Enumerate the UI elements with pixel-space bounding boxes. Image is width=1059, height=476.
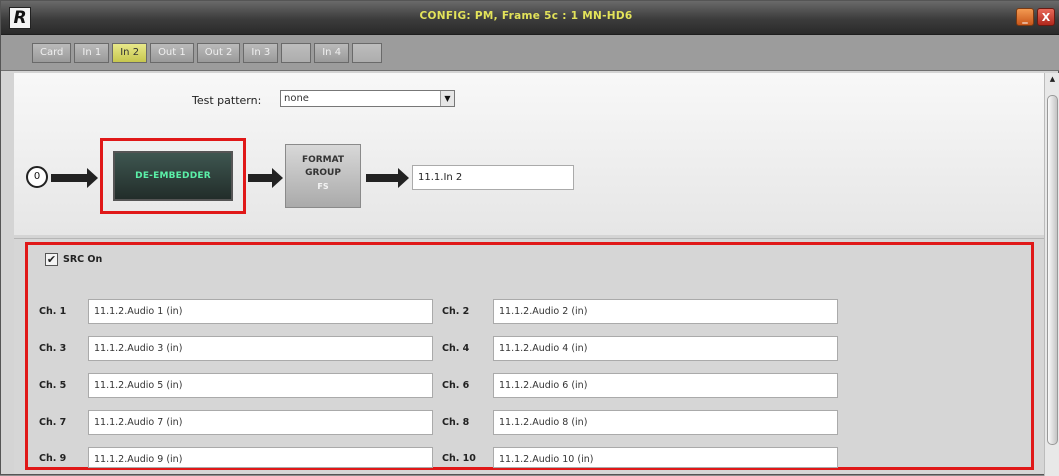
config-window: R CONFIG: PM, Frame 5c : 1 MN-HD6 _ X Ca… [0,0,1059,476]
ch-field[interactable]: 11.1.2.Audio 10 (in) [493,447,838,468]
app-logo-icon: R [9,7,31,29]
format-group-line1: FORMAT [301,155,345,165]
format-group-line2: GROUP [305,168,341,178]
flow-arrow-icon [51,168,98,188]
tab-out-2[interactable]: Out 2 [196,43,241,63]
ch-field[interactable]: 11.1.2.Audio 1 (in) [88,299,433,324]
ch-label: Ch. 3 [39,343,67,354]
src-on-checkbox[interactable]: ✔ [45,253,58,266]
ch-field[interactable]: 11.1.2.Audio 8 (in) [493,410,838,435]
ch-field[interactable]: 11.1.2.Audio 2 (in) [493,299,838,324]
src-on-label: SRC On [63,254,103,265]
ch-label: Ch. 2 [442,306,470,317]
tab-in-4[interactable]: In 4 [314,43,350,63]
ch-label: Ch. 5 [39,380,67,391]
ch-field[interactable]: 11.1.2.Audio 9 (in) [88,447,433,468]
format-group-button[interactable]: FORMAT GROUP FS [285,144,361,208]
ch-label: Ch. 10 [442,453,476,464]
ch-label: Ch. 6 [442,380,470,391]
ch-field[interactable]: 11.1.2.Audio 7 (in) [88,410,433,435]
tab-out-1[interactable]: Out 1 [150,43,194,63]
window-title: CONFIG: PM, Frame 5c : 1 MN-HD6 [419,10,633,22]
ch-label: Ch. 7 [39,417,67,428]
format-group-sub: FS [317,182,329,191]
scroll-up-icon[interactable]: ▲ [1045,73,1059,86]
source-node[interactable]: 0 [26,166,48,188]
test-pattern-label: Test pattern: [192,94,262,107]
tab-in-3[interactable]: In 3 [243,43,279,63]
tab-disabled-2 [352,43,383,63]
flow-arrow-icon [366,168,409,188]
tab-card[interactable]: Card [32,43,72,63]
tab-in-1[interactable]: In 1 [74,43,110,63]
tab-bar: Card In 1 In 2 Out 1 Out 2 In 3 In 4 [1,35,1059,71]
scroll-thumb[interactable] [1047,95,1058,445]
close-button[interactable]: X [1037,8,1055,26]
tab-in-2[interactable]: In 2 [112,43,148,63]
title-bar[interactable]: R CONFIG: PM, Frame 5c : 1 MN-HD6 _ X [1,1,1059,35]
tab-disabled-1 [281,43,312,63]
output-field[interactable]: 11.1.In 2 [412,165,574,190]
ch-field[interactable]: 11.1.2.Audio 6 (in) [493,373,838,398]
ch-label: Ch. 4 [442,343,470,354]
deembedder-button[interactable]: DE-EMBEDDER [113,151,233,201]
ch-label: Ch. 9 [39,453,67,464]
vertical-scrollbar[interactable]: ▲ [1044,73,1059,476]
ch-field[interactable]: 11.1.2.Audio 5 (in) [88,373,433,398]
ch-label: Ch. 8 [442,417,470,428]
chevron-down-icon[interactable]: ▼ [440,91,454,106]
minimize-button[interactable]: _ [1016,8,1034,26]
ch-label: Ch. 1 [39,306,67,317]
test-pattern-value: none [284,93,309,104]
test-pattern-select[interactable]: none ▼ [280,90,455,107]
ch-field[interactable]: 11.1.2.Audio 3 (in) [88,336,433,361]
ch-field[interactable]: 11.1.2.Audio 4 (in) [493,336,838,361]
flow-arrow-icon [248,168,283,188]
